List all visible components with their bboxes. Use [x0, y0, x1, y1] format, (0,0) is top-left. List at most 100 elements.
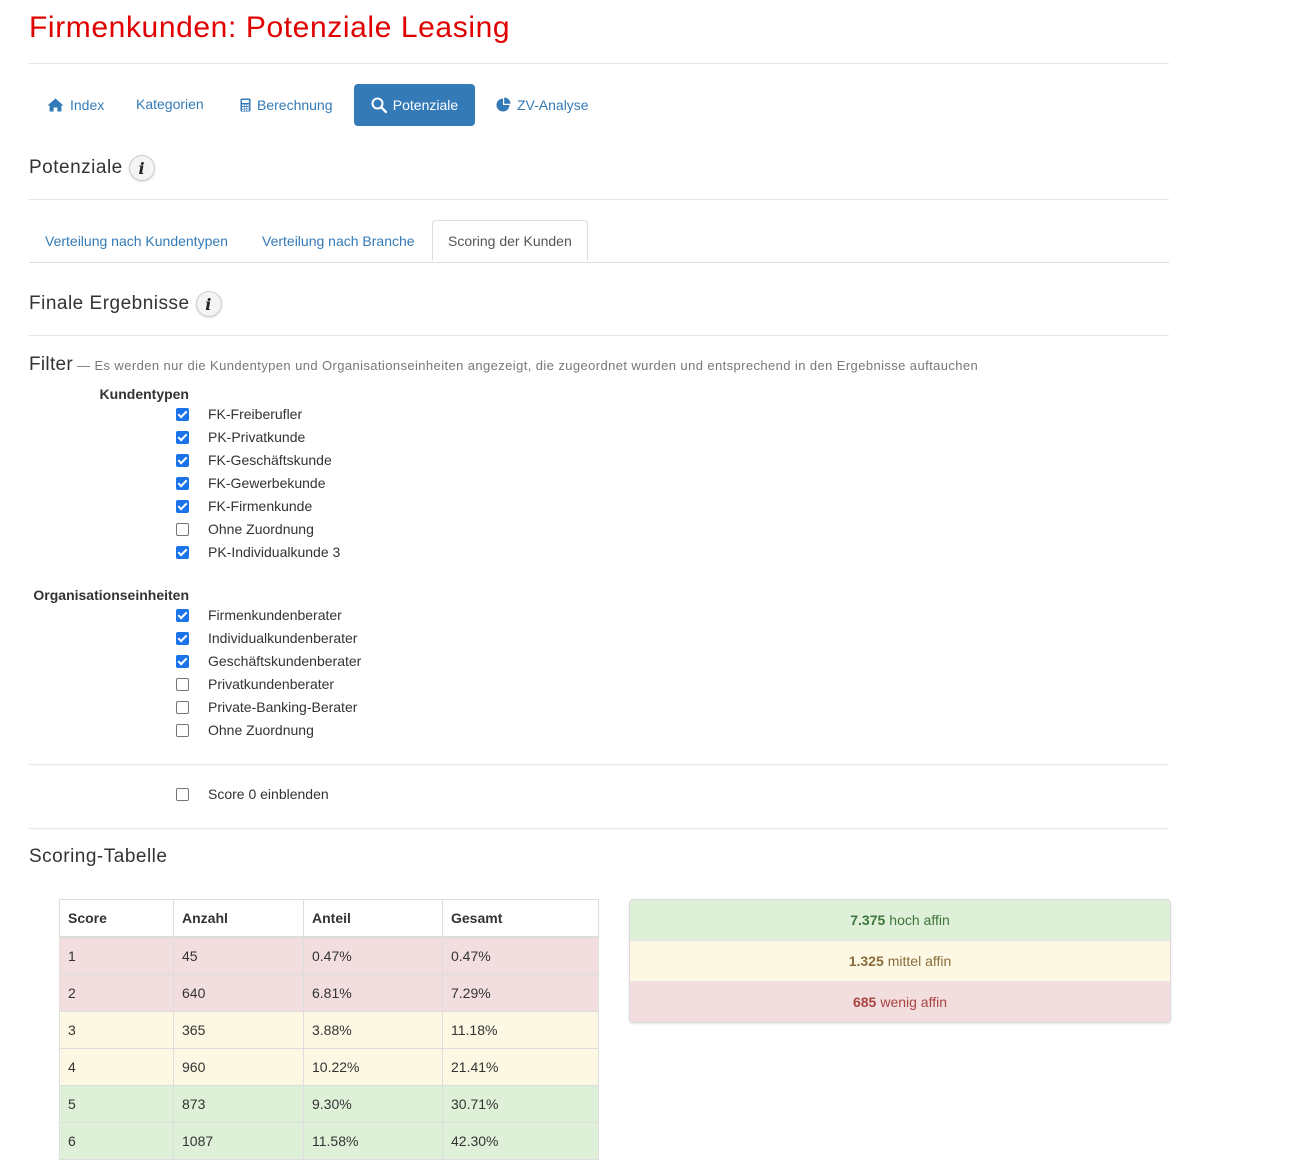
table-cell: 873 — [173, 1085, 304, 1123]
checkbox-row[interactable]: FK-Firmenkunde — [176, 496, 312, 516]
summary-item-mittel: 1.325 mittel affin — [630, 940, 1170, 981]
table-cell: 42.30% — [442, 1122, 599, 1160]
table-cell: 3 — [59, 1011, 174, 1049]
tab-verteilung-branche[interactable]: Verteilung nach Branche — [262, 220, 415, 261]
checkbox-label: FK-Geschäftskunde — [208, 452, 332, 468]
checkbox-row[interactable]: Geschäftskundenberater — [176, 651, 361, 671]
nav-item-zv-analyse[interactable]: ZV-Analyse — [495, 84, 589, 126]
calculator-icon — [240, 98, 251, 112]
checkbox-row[interactable]: Privatkundenberater — [176, 674, 334, 694]
page-title: Firmenkunden: Potenziale Leasing — [29, 11, 511, 44]
nav-item-kategorien[interactable]: Kategorien — [136, 83, 204, 125]
checkbox-label: Ohne Zuordnung — [208, 722, 314, 738]
table-cell: 45 — [173, 936, 304, 975]
table-row: 5 873 9.30% 30.71% — [59, 1085, 599, 1123]
home-icon — [47, 98, 64, 112]
checkbox-row[interactable]: PK-Privatkunde — [176, 427, 305, 447]
checkbox-label: FK-Freiberufler — [208, 406, 303, 422]
column-header-anteil: Anteil — [303, 899, 443, 938]
divider — [29, 828, 1169, 829]
table-row: 1 45 0.47% 0.47% — [59, 936, 599, 975]
checkbox-row[interactable]: Firmenkundenberater — [176, 605, 342, 625]
tab-label: Verteilung nach Kundentypen — [45, 232, 228, 249]
column-header-score: Score — [59, 899, 174, 938]
info-icon[interactable]: i — [195, 291, 222, 317]
checkbox-label: Geschäftskundenberater — [208, 653, 362, 669]
summary-value: 685 — [852, 994, 877, 1010]
checkbox-row[interactable]: Private-Banking-Berater — [176, 697, 357, 717]
checkbox-label: PK-Privatkunde — [208, 429, 306, 445]
scoring-title: Scoring-Tabelle — [29, 846, 167, 868]
tab-scoring[interactable]: Scoring der Kunden — [432, 220, 588, 261]
checkbox-row[interactable]: Ohne Zuordnung — [176, 720, 314, 740]
summary-value: 7.375 — [850, 912, 886, 928]
checkbox[interactable] — [176, 723, 189, 737]
summary-label: hoch affin — [889, 912, 950, 928]
column-header-anzahl: Anzahl — [173, 899, 304, 938]
nav-item-berechnung[interactable]: Berechnung — [240, 84, 333, 126]
nav-item-label: Kategorien — [136, 96, 204, 112]
checkbox-row[interactable]: FK-Freiberufler — [176, 404, 302, 424]
checkbox-label: Score 0 einblenden — [208, 786, 329, 802]
checkbox[interactable] — [176, 787, 189, 801]
table-cell: 640 — [173, 974, 304, 1012]
table-row: 6 1087 11.58% 42.30% — [59, 1122, 599, 1160]
table-cell: 9.30% — [303, 1085, 443, 1123]
table-cell: 1087 — [173, 1122, 304, 1160]
search-icon — [371, 97, 387, 113]
nav-item-index[interactable]: Index — [47, 84, 104, 126]
filter-title: Filter — [29, 354, 74, 375]
score0-toggle[interactable]: Score 0 einblenden — [176, 784, 329, 804]
checkbox[interactable] — [176, 499, 189, 513]
table-header-row: Score Anzahl Anteil Gesamt — [59, 899, 599, 938]
checkbox[interactable] — [176, 700, 189, 714]
checkbox[interactable] — [176, 476, 189, 490]
pie-chart-icon — [496, 97, 511, 112]
checkbox-row[interactable]: FK-Geschäftskunde — [176, 450, 332, 470]
checkbox[interactable] — [176, 522, 189, 536]
table-cell: 21.41% — [442, 1048, 599, 1086]
org-label: Organisationseinheiten — [33, 587, 189, 603]
table-cell: 10.22% — [303, 1048, 443, 1086]
affinity-summary: 7.375 hoch affin 1.325 mittel affin 685 wen… — [629, 899, 1171, 1023]
checkbox[interactable] — [176, 677, 189, 691]
divider — [29, 335, 1169, 336]
checkbox-row[interactable]: Ohne Zuordnung — [176, 519, 314, 539]
table-cell: 11.18% — [442, 1011, 599, 1049]
summary-item-wenig: 685 wenig affin — [630, 981, 1170, 1022]
table-cell: 0.47% — [442, 936, 599, 975]
checkbox-row[interactable]: Individualkundenberater — [176, 628, 357, 648]
filter-note: — Es werden nur die Kundentypen und Orga… — [77, 358, 979, 373]
divider — [29, 63, 1169, 64]
nav-item-potenziale[interactable]: Potenziale — [354, 84, 475, 126]
table-cell: 2 — [59, 974, 174, 1012]
table-cell: 6 — [59, 1122, 174, 1160]
nav-item-label: ZV-Analyse — [517, 97, 589, 113]
scoring-table: Score Anzahl Anteil Gesamt 1 45 0.47% 0.… — [59, 899, 599, 1160]
info-icon[interactable]: i — [128, 155, 155, 181]
checkbox[interactable] — [176, 407, 189, 421]
filter-heading: Filter — Es werden nur die Kundentypen un… — [29, 354, 978, 376]
checkbox-label: Private-Banking-Berater — [208, 699, 358, 715]
tab-label: Scoring der Kunden — [448, 232, 572, 249]
checkbox-label: Privatkundenberater — [208, 676, 335, 692]
table-cell: 365 — [173, 1011, 304, 1049]
checkbox-label: Ohne Zuordnung — [208, 521, 314, 537]
table-cell: 3.88% — [303, 1011, 443, 1049]
checkbox[interactable] — [176, 631, 189, 645]
checkbox-label: Firmenkundenberater — [208, 607, 342, 623]
checkbox[interactable] — [176, 654, 189, 668]
table-row: 3 365 3.88% 11.18% — [59, 1011, 599, 1049]
summary-value: 1.325 — [848, 953, 884, 969]
checkbox-row[interactable]: PK-Individualkunde 3 — [176, 542, 340, 562]
checkbox[interactable] — [176, 430, 189, 444]
checkbox-label: PK-Individualkunde 3 — [208, 544, 341, 560]
checkbox-row[interactable]: FK-Gewerbekunde — [176, 473, 326, 493]
kundentypen-label: Kundentypen — [99, 386, 189, 402]
checkbox[interactable] — [176, 545, 189, 559]
checkbox-label: Individualkundenberater — [208, 630, 358, 646]
tab-verteilung-kundentypen[interactable]: Verteilung nach Kundentypen — [45, 220, 228, 261]
checkbox[interactable] — [176, 453, 189, 467]
divider — [29, 199, 1169, 200]
checkbox[interactable] — [176, 608, 189, 622]
